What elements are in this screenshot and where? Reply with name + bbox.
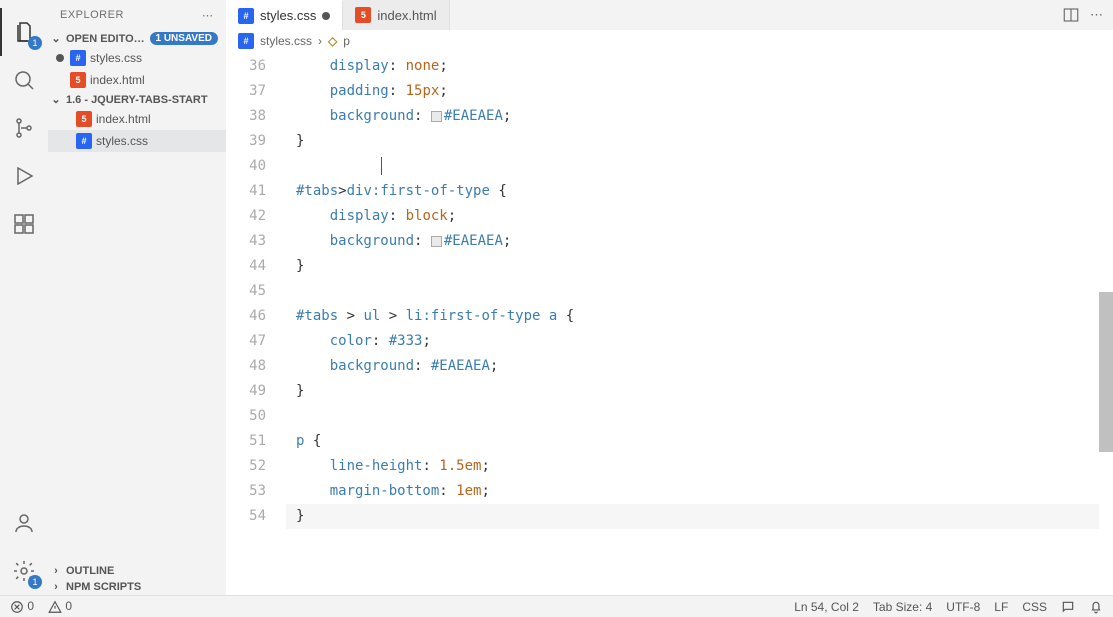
open-editor-item[interactable]: # styles.css	[48, 47, 226, 69]
tab-label: index.html	[377, 8, 436, 23]
split-editor-icon[interactable]	[1062, 6, 1080, 24]
outline-label: OUTLINE	[66, 565, 114, 577]
code-line[interactable]: #tabs>div:first-of-type {	[286, 179, 1113, 204]
source-control-activity-icon[interactable]	[0, 104, 48, 152]
settings-badge: 1	[28, 575, 42, 589]
css-file-icon: #	[238, 8, 254, 24]
code-line[interactable]	[286, 279, 1113, 304]
main-area: 1 1 EXPLORER ⋯ ⌄ OPEN EDITO…	[0, 0, 1113, 595]
project-label: 1.6 - JQUERY-TABS-START	[66, 94, 208, 106]
breadcrumb-symbol[interactable]: p	[343, 34, 350, 48]
status-language[interactable]: CSS	[1022, 600, 1047, 614]
breadcrumb[interactable]: # styles.css › ◇ p	[226, 30, 1113, 52]
status-bell-icon[interactable]	[1089, 600, 1103, 614]
code-line[interactable]: #tabs > ul > li:first-of-type a {	[286, 304, 1113, 329]
code-line[interactable]: }	[286, 379, 1113, 404]
status-tab-size[interactable]: Tab Size: 4	[873, 600, 932, 614]
code-line[interactable]	[286, 154, 1113, 179]
file-label: styles.css	[96, 134, 148, 148]
status-ln-col[interactable]: Ln 54, Col 2	[794, 600, 859, 614]
html-file-icon: 5	[76, 111, 92, 127]
code-line[interactable]: background: #EAEAEA;	[286, 104, 1113, 129]
editor-more-icon[interactable]: ⋯	[1090, 7, 1103, 23]
code-line[interactable]: background: #EAEAEA;	[286, 229, 1113, 254]
editor-area: # styles.css 5 index.html ⋯ # styles.css › …	[226, 0, 1113, 595]
code-line[interactable]	[286, 404, 1113, 429]
sidebar-title: EXPLORER	[60, 9, 124, 21]
extensions-activity-icon[interactable]	[0, 200, 48, 248]
line-gutter: 36373839404142434445464748495051525354	[226, 52, 286, 595]
settings-activity-icon[interactable]: 1	[0, 547, 48, 595]
explorer-activity-icon[interactable]: 1	[0, 8, 48, 56]
file-label: index.html	[96, 112, 151, 126]
modified-dot-icon	[56, 54, 64, 62]
modified-dot-icon	[322, 12, 330, 20]
chevron-right-icon[interactable]: ›	[48, 581, 64, 593]
chevron-right-icon[interactable]: ›	[48, 565, 64, 577]
code-line[interactable]: }	[286, 129, 1113, 154]
sidebar-header: EXPLORER ⋯	[48, 0, 226, 30]
project-file-item[interactable]: # styles.css	[48, 130, 226, 152]
chevron-down-icon[interactable]: ⌄	[48, 32, 64, 45]
code-line[interactable]: display: none;	[286, 54, 1113, 79]
code-line[interactable]: padding: 15px;	[286, 79, 1113, 104]
code-line[interactable]: background: #EAEAEA;	[286, 354, 1113, 379]
breadcrumb-separator: ›	[318, 34, 322, 48]
file-label: styles.css	[90, 51, 142, 65]
run-debug-activity-icon[interactable]	[0, 152, 48, 200]
tab-label: styles.css	[260, 8, 316, 23]
sidebar-more-icon[interactable]: ⋯	[202, 9, 214, 22]
html-file-icon: 5	[355, 7, 371, 23]
status-errors[interactable]: 0	[10, 599, 34, 614]
code-content[interactable]: display: none; padding: 15px; background…	[286, 52, 1113, 595]
code-line[interactable]: }	[286, 254, 1113, 279]
html-file-icon: 5	[70, 72, 86, 88]
code-line[interactable]: }	[286, 504, 1113, 529]
code-line[interactable]: p {	[286, 429, 1113, 454]
css-file-icon: #	[70, 50, 86, 66]
project-section[interactable]: ⌄ 1.6 - JQUERY-TABS-START	[48, 91, 226, 108]
accounts-activity-icon[interactable]	[0, 499, 48, 547]
project-file-item[interactable]: 5 index.html	[48, 108, 226, 130]
css-file-icon: #	[238, 33, 254, 49]
npm-label: NPM SCRIPTS	[66, 581, 141, 593]
breadcrumb-file[interactable]: styles.css	[260, 34, 312, 48]
status-bar: 0 0 Ln 54, Col 2 Tab Size: 4 UTF-8 LF CS…	[0, 595, 1113, 617]
scrollbar-thumb[interactable]	[1099, 292, 1113, 452]
code-editor[interactable]: 36373839404142434445464748495051525354 d…	[226, 52, 1113, 595]
status-eol[interactable]: LF	[994, 600, 1008, 614]
activity-bar: 1 1	[0, 0, 48, 595]
code-line[interactable]: display: block;	[286, 204, 1113, 229]
unsaved-pill: 1 UNSAVED	[150, 32, 219, 45]
editor-tab[interactable]: # styles.css	[226, 0, 343, 30]
outline-section[interactable]: › OUTLINE	[48, 563, 226, 579]
css-file-icon: #	[76, 133, 92, 149]
chevron-down-icon[interactable]: ⌄	[48, 93, 64, 106]
unsaved-badge: 1	[28, 36, 42, 50]
open-editor-item[interactable]: 5 index.html	[48, 69, 226, 91]
sidebar: EXPLORER ⋯ ⌄ OPEN EDITO… 1 UNSAVED # styl…	[48, 0, 226, 595]
status-encoding[interactable]: UTF-8	[946, 600, 980, 614]
status-warnings[interactable]: 0	[48, 599, 72, 614]
status-feedback-icon[interactable]	[1061, 600, 1075, 614]
open-editors-label: OPEN EDITO…	[66, 33, 145, 45]
vertical-scrollbar[interactable]	[1099, 52, 1113, 573]
tab-bar: # styles.css 5 index.html ⋯	[226, 0, 1113, 30]
breadcrumb-symbol-icon: ◇	[328, 34, 337, 48]
code-line[interactable]: color: #333;	[286, 329, 1113, 354]
editor-tab[interactable]: 5 index.html	[343, 0, 449, 30]
npm-scripts-section[interactable]: › NPM SCRIPTS	[48, 579, 226, 595]
search-activity-icon[interactable]	[0, 56, 48, 104]
code-line[interactable]: line-height: 1.5em;	[286, 454, 1113, 479]
code-line[interactable]: margin-bottom: 1em;	[286, 479, 1113, 504]
open-editors-section[interactable]: ⌄ OPEN EDITO… 1 UNSAVED	[48, 30, 226, 47]
tab-actions: ⋯	[1052, 0, 1113, 30]
file-label: index.html	[90, 73, 145, 87]
